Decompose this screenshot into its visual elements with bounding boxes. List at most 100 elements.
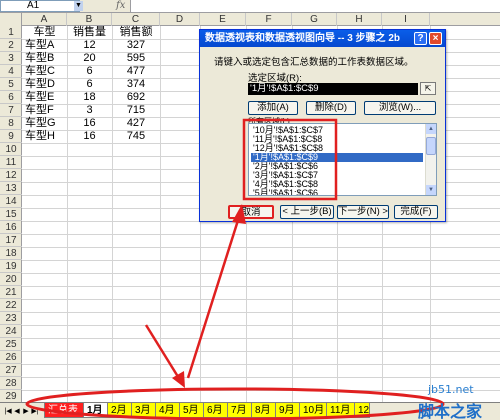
row-header-26[interactable]: 26 [0, 351, 22, 364]
row-header-29[interactable]: 29 [0, 390, 22, 402]
row-header-6[interactable]: 6 [0, 91, 22, 104]
row-header-2[interactable]: 2 [0, 39, 22, 52]
next-sheet-icon[interactable]: ▶ [22, 406, 30, 417]
range-list[interactable]: '5月'!$A$1:$C$6'4月'!$A$1:$C$8'3月'!$A$1:$C… [248, 123, 437, 196]
scroll-up-icon[interactable]: ▲ [426, 124, 436, 134]
sheet-tab[interactable]: 12 [354, 403, 370, 418]
table-cell[interactable]: 327 [115, 39, 157, 52]
list-item[interactable]: '2月'!$A$1:$C$6 [251, 162, 423, 171]
row-header-24[interactable]: 24 [0, 325, 22, 338]
row-header-16[interactable]: 16 [0, 221, 22, 234]
scroll-down-icon[interactable]: ▼ [426, 185, 436, 195]
help-button[interactable]: ? [414, 32, 427, 45]
next-button[interactable]: 下一步(N) > [337, 205, 389, 219]
row-header-5[interactable]: 5 [0, 78, 22, 91]
row-header-28[interactable]: 28 [0, 377, 22, 390]
table-cell[interactable]: 车型B [25, 52, 64, 65]
table-cell[interactable]: 车型H [25, 130, 64, 143]
row-header-13[interactable]: 13 [0, 182, 22, 195]
table-cell[interactable]: 6 [70, 65, 109, 78]
back-button[interactable]: < 上一步(B) [280, 205, 334, 219]
table-cell[interactable]: 427 [115, 117, 157, 130]
first-sheet-icon[interactable]: |◀ [4, 406, 12, 417]
sheet-tab[interactable]: 9月 [275, 403, 300, 418]
cancel-button[interactable]: 取消 [228, 205, 274, 219]
column-header-d[interactable]: D [160, 13, 200, 26]
column-header-e[interactable]: E [200, 13, 246, 26]
list-item[interactable]: '4月'!$A$1:$C$8 [251, 180, 423, 189]
column-header-c[interactable]: C [112, 13, 160, 26]
table-cell[interactable]: 477 [115, 65, 157, 78]
row-header-23[interactable]: 23 [0, 312, 22, 325]
table-cell[interactable]: 6 [70, 78, 109, 91]
column-header-g[interactable]: G [292, 13, 337, 26]
select-all-corner[interactable] [0, 13, 22, 26]
row-header-15[interactable]: 15 [0, 208, 22, 221]
prev-sheet-icon[interactable]: ◀ [13, 406, 21, 417]
delete-button[interactable]: 删除(D) [306, 101, 356, 115]
list-item[interactable]: '5月'!$A$1:$C$6 [251, 189, 423, 196]
table-cell[interactable]: 20 [70, 52, 109, 65]
row-header-22[interactable]: 22 [0, 299, 22, 312]
column-header-f[interactable]: F [246, 13, 292, 26]
table-cell[interactable]: 3 [70, 104, 109, 117]
row-header-19[interactable]: 19 [0, 260, 22, 273]
column-header-b[interactable]: B [67, 13, 112, 26]
row-header-4[interactable]: 4 [0, 65, 22, 78]
row-header-1[interactable]: 1 [0, 26, 22, 39]
sheet-tab[interactable]: 3月 [131, 403, 156, 418]
last-sheet-icon[interactable]: ▶| [31, 406, 39, 417]
row-header-10[interactable]: 10 [0, 143, 22, 156]
name-box-dropdown-icon[interactable]: ▼ [74, 1, 83, 11]
range-input[interactable]: '1月'!$A$1:$C$9 [248, 83, 418, 95]
table-cell[interactable]: 车型C [25, 65, 64, 78]
column-header-a[interactable]: A [22, 13, 67, 26]
row-header-11[interactable]: 11 [0, 156, 22, 169]
row-header-9[interactable]: 9 [0, 130, 22, 143]
column-header-h[interactable]: H [337, 13, 382, 26]
sheet-tab[interactable]: 1月 [83, 403, 108, 418]
header-cell[interactable]: 车型 [25, 26, 64, 39]
list-item[interactable]: '10月'!$A$1:$C$7 [251, 126, 423, 135]
row-header-25[interactable]: 25 [0, 338, 22, 351]
row-header-21[interactable]: 21 [0, 286, 22, 299]
row-header-27[interactable]: 27 [0, 364, 22, 377]
finish-button[interactable]: 完成(F) [394, 205, 438, 219]
sheet-tab[interactable]: 7月 [227, 403, 252, 418]
row-header-7[interactable]: 7 [0, 104, 22, 117]
add-button[interactable]: 添加(A) [248, 101, 298, 115]
table-cell[interactable]: 18 [70, 91, 109, 104]
scroll-thumb[interactable] [426, 137, 436, 155]
table-cell[interactable]: 12 [70, 39, 109, 52]
header-cell[interactable]: 销售量 [70, 26, 109, 39]
table-cell[interactable]: 715 [115, 104, 157, 117]
header-cell[interactable]: 销售额 [115, 26, 157, 39]
list-item[interactable]: '1月'!$A$1:$C$9 [251, 153, 423, 162]
row-header-14[interactable]: 14 [0, 195, 22, 208]
row-header-8[interactable]: 8 [0, 117, 22, 130]
table-cell[interactable]: 车型D [25, 78, 64, 91]
row-header-12[interactable]: 12 [0, 169, 22, 182]
list-scrollbar[interactable]: ▲ ▼ [425, 124, 436, 195]
table-cell[interactable]: 车型A [25, 39, 64, 52]
table-cell[interactable]: 车型F [25, 104, 64, 117]
browse-button[interactable]: 浏览(W)... [364, 101, 436, 115]
table-cell[interactable]: 692 [115, 91, 157, 104]
sheet-tab[interactable]: 8月 [251, 403, 276, 418]
table-cell[interactable]: 车型G [25, 117, 64, 130]
row-header-3[interactable]: 3 [0, 52, 22, 65]
sheet-tab[interactable]: 汇总表 [44, 403, 84, 418]
table-cell[interactable]: 16 [70, 130, 109, 143]
sheet-tab[interactable]: 6月 [203, 403, 228, 418]
list-item[interactable]: '12月'!$A$1:$C$8 [251, 144, 423, 153]
name-box[interactable]: A1 [0, 0, 80, 12]
collapse-dialog-icon[interactable]: ⇱ [420, 82, 436, 95]
sheet-tab[interactable]: 11月 [326, 403, 355, 418]
table-cell[interactable]: 374 [115, 78, 157, 91]
fx-icon[interactable]: fx [116, 0, 125, 12]
sheet-tab[interactable]: 4月 [155, 403, 180, 418]
close-button[interactable]: × [429, 32, 442, 45]
formula-input[interactable] [130, 0, 500, 12]
sheet-tab[interactable]: 5月 [179, 403, 204, 418]
table-cell[interactable]: 车型E [25, 91, 64, 104]
